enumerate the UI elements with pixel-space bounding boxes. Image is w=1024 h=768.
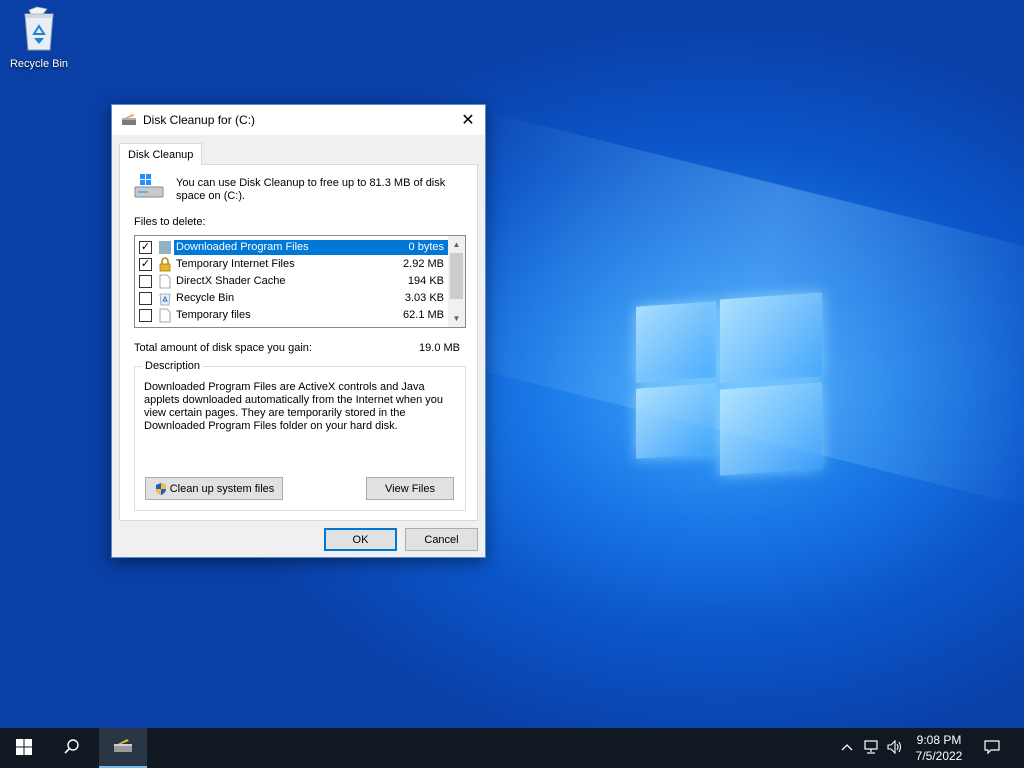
taskbar: 9:08 PM 7/5/2022 xyxy=(0,728,1024,768)
file-name: Temporary files xyxy=(176,309,251,321)
file-icon xyxy=(158,308,172,323)
clock[interactable]: 9:08 PM 7/5/2022 xyxy=(906,732,972,764)
scroll-down-icon[interactable]: ▼ xyxy=(448,310,465,327)
tab-panel: You can use Disk Cleanup to free up to 8… xyxy=(119,164,478,521)
total-value: 19.0 MB xyxy=(419,342,460,354)
uac-shield-icon xyxy=(154,482,168,496)
chevron-up-icon xyxy=(841,742,853,754)
speaker-icon xyxy=(887,739,903,757)
start-button[interactable] xyxy=(0,728,48,768)
search-button[interactable] xyxy=(48,728,96,768)
list-item[interactable]: DirectX Shader Cache 194 KB xyxy=(135,273,449,290)
clock-time: 9:08 PM xyxy=(916,733,962,747)
file-name: Recycle Bin xyxy=(176,292,235,304)
checkbox[interactable]: ✓ xyxy=(139,258,152,271)
network-icon xyxy=(863,739,879,757)
list-scrollbar[interactable]: ▲ ▼ xyxy=(448,236,465,327)
file-name: Temporary Internet Files xyxy=(176,258,295,270)
scroll-up-icon[interactable]: ▲ xyxy=(448,236,465,253)
description-text: Downloaded Program Files are ActiveX con… xyxy=(144,381,444,432)
list-item[interactable]: ✓ Downloaded Program Files 0 bytes xyxy=(135,239,449,256)
volume-tray-button[interactable] xyxy=(884,728,906,768)
total-space-row: Total amount of disk space you gain: 19.… xyxy=(134,342,460,354)
tab-disk-cleanup[interactable]: Disk Cleanup xyxy=(119,143,203,165)
files-list[interactable]: ✓ Downloaded Program Files 0 bytes ✓ Tem… xyxy=(134,235,466,328)
disk-cleanup-dialog: Disk Cleanup for (C:) ✕ Disk Cleanup You… xyxy=(111,104,486,558)
disk-cleanup-icon xyxy=(112,737,134,758)
file-icon xyxy=(158,274,172,289)
close-icon: ✕ xyxy=(461,112,475,129)
clock-date: 7/5/2022 xyxy=(915,749,963,763)
list-item[interactable]: Temporary files 62.1 MB xyxy=(135,307,449,324)
close-button[interactable]: ✕ xyxy=(451,105,485,135)
view-files-button[interactable]: View Files xyxy=(366,477,454,500)
checkbox[interactable] xyxy=(139,292,152,305)
title-bar[interactable]: Disk Cleanup for (C:) ✕ xyxy=(112,105,485,135)
recycle-bin-label: Recycle Bin xyxy=(9,58,69,70)
description-group: Description Downloaded Program Files are… xyxy=(134,360,466,511)
network-tray-button[interactable] xyxy=(860,728,882,768)
dialog-title: Disk Cleanup for (C:) xyxy=(143,113,256,127)
files-to-delete-label: Files to delete: xyxy=(134,216,206,228)
clean-up-system-files-button[interactable]: Clean up system files xyxy=(145,477,283,500)
notification-icon xyxy=(984,739,1000,758)
scroll-thumb[interactable] xyxy=(450,253,463,299)
file-size: 62.1 MB xyxy=(403,309,444,321)
intro-text: You can use Disk Cleanup to free up to 8… xyxy=(176,177,446,202)
total-label: Total amount of disk space you gain: xyxy=(134,342,312,354)
show-hidden-icons-button[interactable] xyxy=(837,728,857,768)
taskbar-disk-cleanup[interactable] xyxy=(99,728,147,768)
intro-section: You can use Disk Cleanup to free up to 8… xyxy=(134,173,456,203)
list-item[interactable]: ✓ Temporary Internet Files 2.92 MB xyxy=(135,256,449,273)
checkbox[interactable] xyxy=(139,309,152,322)
file-size: 3.03 KB xyxy=(404,292,444,304)
windows-start-icon xyxy=(16,738,32,758)
folder-icon xyxy=(158,240,172,255)
disk-cleanup-icon xyxy=(121,113,137,127)
cancel-button[interactable]: Cancel xyxy=(405,528,478,551)
list-item[interactable]: Recycle Bin 3.03 KB xyxy=(135,290,449,307)
desktop-recycle-bin[interactable]: Recycle Bin xyxy=(4,6,74,70)
file-name: DirectX Shader Cache xyxy=(176,275,286,287)
lock-icon xyxy=(158,257,172,272)
drive-icon xyxy=(134,173,164,199)
checkbox[interactable]: ✓ xyxy=(139,241,152,254)
recycle-bin-icon xyxy=(19,6,59,52)
file-size: 0 bytes xyxy=(389,240,449,255)
action-center-button[interactable] xyxy=(978,728,1006,768)
file-size: 194 KB xyxy=(407,275,444,287)
file-size: 2.92 MB xyxy=(403,258,444,270)
search-icon xyxy=(63,738,81,759)
checkbox[interactable] xyxy=(139,275,152,288)
ok-button[interactable]: OK xyxy=(324,528,397,551)
recycle-bin-icon xyxy=(158,291,172,306)
description-label: Description xyxy=(142,360,204,372)
clean-up-system-files-label: Clean up system files xyxy=(169,482,275,495)
file-name: Downloaded Program Files xyxy=(174,240,389,255)
windows-logo-wallpaper xyxy=(636,290,822,480)
